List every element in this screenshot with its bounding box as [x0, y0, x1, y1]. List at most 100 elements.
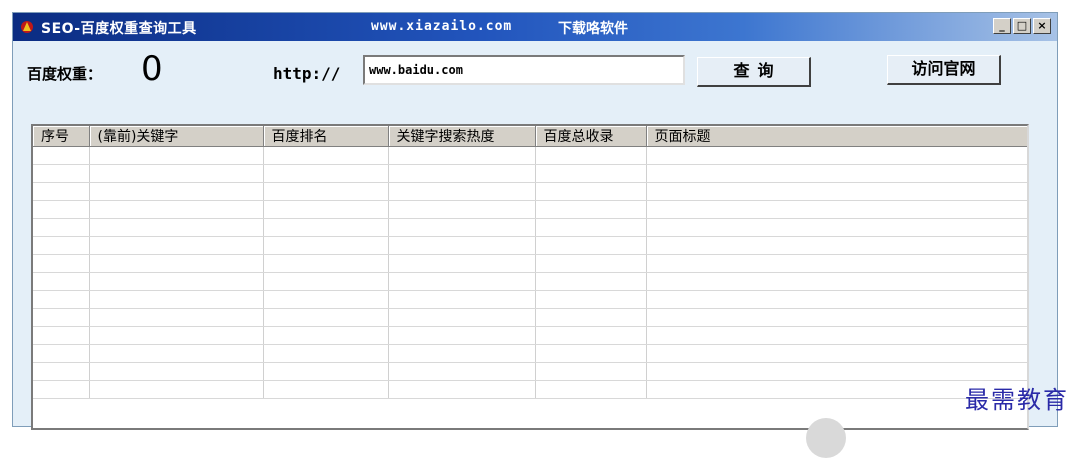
- table-cell: [388, 218, 536, 237]
- table-cell: [33, 380, 90, 399]
- table-cell: [646, 236, 1027, 255]
- table-cell: [646, 218, 1027, 237]
- table-cell: [263, 254, 389, 273]
- table-cell: [646, 326, 1027, 345]
- table-cell: [89, 380, 264, 399]
- table-cell: [646, 272, 1027, 291]
- title-site-name: 下载咯软件: [558, 21, 628, 37]
- table-row[interactable]: [33, 290, 1027, 309]
- table-cell: [89, 362, 264, 381]
- table-header: 序号 (靠前)关键字 百度排名 关键字搜索热度 百度总收录 页面标题: [33, 126, 1027, 147]
- table-cell: [535, 290, 647, 309]
- table-cell: [535, 344, 647, 363]
- table-cell: [263, 146, 389, 165]
- window-controls: _ □ ×: [993, 18, 1051, 34]
- table-row[interactable]: [33, 200, 1027, 219]
- table-cell: [33, 218, 90, 237]
- table-cell: [89, 326, 264, 345]
- app-icon: [21, 21, 33, 33]
- weight-label: 百度权重：: [27, 65, 103, 83]
- window-title: SEO-百度权重查询工具: [41, 21, 197, 37]
- table-cell: [263, 290, 389, 309]
- column-header[interactable]: 序号: [33, 126, 90, 147]
- table-cell: [89, 200, 264, 219]
- table-cell: [388, 236, 536, 255]
- table-cell: [646, 308, 1027, 327]
- table-row[interactable]: [33, 254, 1027, 273]
- table-cell: [388, 344, 536, 363]
- column-header[interactable]: 百度排名: [263, 126, 389, 147]
- table-cell: [535, 218, 647, 237]
- app-window: SEO-百度权重查询工具 www.xiazailo.com 下载咯软件 _ □ …: [12, 12, 1058, 430]
- url-input[interactable]: [363, 55, 685, 85]
- table-row[interactable]: [33, 164, 1027, 183]
- table-cell: [263, 218, 389, 237]
- table-row[interactable]: [33, 182, 1027, 201]
- visit-site-button[interactable]: 访问官网: [887, 55, 1001, 85]
- table-cell: [263, 164, 389, 183]
- table-cell: [33, 146, 90, 165]
- table-cell: [89, 254, 264, 273]
- minimize-button[interactable]: _: [993, 18, 1011, 34]
- table-cell: [89, 308, 264, 327]
- column-header[interactable]: 关键字搜索热度: [388, 126, 536, 147]
- table-cell: [89, 344, 264, 363]
- http-label: http://: [273, 64, 341, 83]
- table-cell: [388, 182, 536, 201]
- table-cell: [388, 272, 536, 291]
- table-cell: [33, 182, 90, 201]
- table-cell: [388, 290, 536, 309]
- table-row[interactable]: [33, 380, 1027, 399]
- title-bar[interactable]: SEO-百度权重查询工具 www.xiazailo.com 下载咯软件 _ □ …: [13, 13, 1057, 41]
- table-cell: [33, 362, 90, 381]
- table-row[interactable]: [33, 236, 1027, 255]
- column-header[interactable]: (靠前)关键字: [89, 126, 264, 147]
- table-cell: [263, 344, 389, 363]
- query-button[interactable]: 查询: [697, 57, 811, 87]
- close-button[interactable]: ×: [1033, 18, 1051, 34]
- table-row[interactable]: [33, 218, 1027, 237]
- table-cell: [263, 200, 389, 219]
- table-cell: [535, 182, 647, 201]
- table-cell: [33, 200, 90, 219]
- table-cell: [263, 380, 389, 399]
- table-cell: [33, 272, 90, 291]
- table-body: [33, 146, 1027, 399]
- table-cell: [263, 326, 389, 345]
- table-cell: [33, 254, 90, 273]
- table-row[interactable]: [33, 362, 1027, 381]
- table-cell: [89, 290, 264, 309]
- logo-circle: [806, 418, 846, 458]
- table-cell: [263, 308, 389, 327]
- table-cell: [388, 308, 536, 327]
- table-cell: [535, 308, 647, 327]
- table-row[interactable]: [33, 308, 1027, 327]
- table-cell: [535, 236, 647, 255]
- table-cell: [33, 236, 90, 255]
- title-url: www.xiazailo.com: [371, 19, 513, 34]
- table-cell: [388, 164, 536, 183]
- table-row[interactable]: [33, 326, 1027, 345]
- table-cell: [263, 236, 389, 255]
- table-cell: [388, 326, 536, 345]
- table-cell: [388, 362, 536, 381]
- table-row[interactable]: [33, 146, 1027, 165]
- table-row[interactable]: [33, 272, 1027, 291]
- table-cell: [535, 146, 647, 165]
- watermark-text: 最需教育: [965, 386, 1069, 414]
- table-cell: [263, 272, 389, 291]
- table-cell: [535, 164, 647, 183]
- table-row[interactable]: [33, 344, 1027, 363]
- table-cell: [89, 236, 264, 255]
- table-cell: [33, 290, 90, 309]
- table-cell: [646, 290, 1027, 309]
- results-table[interactable]: 序号 (靠前)关键字 百度排名 关键字搜索热度 百度总收录 页面标题: [31, 124, 1029, 430]
- table-cell: [263, 362, 389, 381]
- table-cell: [646, 344, 1027, 363]
- maximize-button[interactable]: □: [1013, 18, 1031, 34]
- column-header[interactable]: 百度总收录: [535, 126, 647, 147]
- table-cell: [89, 218, 264, 237]
- table-cell: [535, 254, 647, 273]
- table-cell: [646, 254, 1027, 273]
- column-header[interactable]: 页面标题: [646, 126, 1027, 147]
